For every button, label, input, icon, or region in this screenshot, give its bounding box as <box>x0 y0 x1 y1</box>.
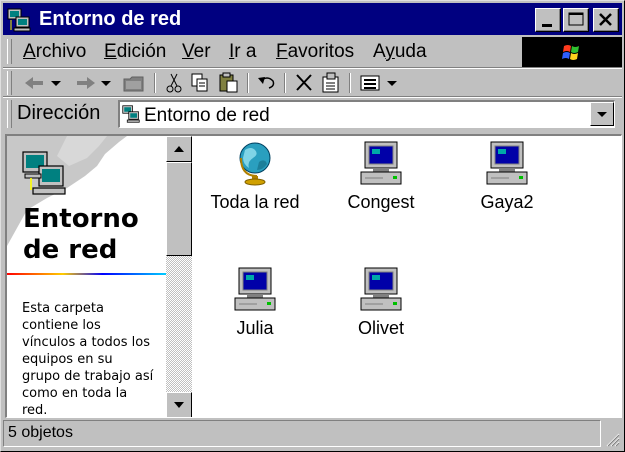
delete-icon[interactable] <box>293 71 315 95</box>
network-neighborhood-icon <box>122 105 140 123</box>
toolbar-divider <box>284 73 286 93</box>
item-congest[interactable]: Congest <box>321 140 441 213</box>
computer-icon <box>360 141 402 185</box>
status-panel: 5 objetos <box>3 420 601 447</box>
item-toda-la-red[interactable]: Toda la red <box>195 140 315 213</box>
toolbar-grip[interactable] <box>7 71 12 95</box>
properties-icon[interactable] <box>319 71 343 95</box>
toolbar-divider <box>154 73 156 93</box>
item-label: Julia <box>236 318 274 338</box>
computer-icon <box>234 267 276 311</box>
item-olivet[interactable]: Olivet <box>321 266 441 339</box>
panel-title: Entorno de red <box>23 204 139 265</box>
maximize-button[interactable] <box>563 8 589 32</box>
web-view-panel: Entorno de red Esta carpeta contiene los… <box>7 136 166 418</box>
menu-ayuda[interactable]: Ayuda <box>373 41 427 63</box>
up-folder-icon[interactable] <box>121 71 147 95</box>
status-bar: 5 objetos <box>3 420 622 449</box>
address-input[interactable]: Entorno de red <box>118 100 615 128</box>
windows-logo <box>522 37 622 67</box>
status-text: 5 objetos <box>8 424 73 441</box>
forward-button[interactable] <box>73 71 117 95</box>
panel-rainbow-rule <box>7 273 166 275</box>
address-value: Entorno de red <box>144 105 270 126</box>
chevron-down-icon <box>597 112 607 117</box>
arrow-up-icon <box>174 146 184 152</box>
explorer-window: Entorno de red Archivo Edición Ver Ir a … <box>0 0 625 452</box>
address-grip[interactable] <box>7 100 12 128</box>
network-neighborhood-icon <box>7 8 31 32</box>
menu-grip[interactable] <box>7 39 12 64</box>
toolbar-divider <box>349 73 351 93</box>
maximize-icon <box>568 12 584 26</box>
resize-grip-icon[interactable] <box>604 431 620 447</box>
item-label: Toda la red <box>210 192 300 212</box>
toolbar-divider <box>247 73 249 93</box>
address-bar: Dirección Entorno de red <box>3 97 622 131</box>
views-button[interactable] <box>357 71 403 95</box>
minimize-icon <box>542 24 552 27</box>
cut-icon[interactable] <box>163 71 185 95</box>
menu-ver[interactable]: Ver <box>182 41 211 63</box>
address-label: Dirección <box>17 102 101 124</box>
back-button[interactable] <box>21 71 65 95</box>
windows-flag-icon <box>562 45 579 60</box>
network-neighborhood-icon <box>22 151 66 195</box>
scroll-thumb[interactable] <box>166 162 192 256</box>
computer-icon <box>486 141 528 185</box>
panel-description: Esta carpeta contiene los vínculos a tod… <box>22 301 154 418</box>
computer-icon <box>360 267 402 311</box>
menu-bar: Archivo Edición Ver Ir a Favoritos Ayuda <box>3 37 622 67</box>
item-gaya2[interactable]: Gaya2 <box>447 140 567 213</box>
globe-icon <box>239 142 271 186</box>
close-icon <box>599 13 612 26</box>
vertical-scrollbar[interactable] <box>166 136 192 417</box>
toolbar <box>3 69 622 97</box>
content-area: Entorno de red Esta carpeta contiene los… <box>5 134 622 418</box>
undo-icon[interactable] <box>255 71 279 95</box>
close-button[interactable] <box>593 8 619 32</box>
title-bar[interactable]: Entorno de red <box>3 3 622 35</box>
menu-edicion[interactable]: Edición <box>104 41 166 63</box>
item-julia[interactable]: Julia <box>195 266 315 339</box>
scroll-up-button[interactable] <box>166 136 192 162</box>
address-dropdown-button[interactable] <box>590 102 614 126</box>
minimize-button[interactable] <box>535 8 561 32</box>
menu-ir-a[interactable]: Ir a <box>229 41 256 63</box>
item-label: Gaya2 <box>480 192 534 212</box>
paste-icon[interactable] <box>217 71 241 95</box>
arrow-down-icon <box>174 402 184 408</box>
window-title: Entorno de red <box>39 8 182 30</box>
item-label: Congest <box>347 192 415 212</box>
item-label: Olivet <box>357 318 404 338</box>
menu-favoritos[interactable]: Favoritos <box>276 41 354 63</box>
scroll-down-button[interactable] <box>166 392 192 417</box>
menu-archivo[interactable]: Archivo <box>23 41 86 63</box>
copy-icon[interactable] <box>189 71 211 95</box>
